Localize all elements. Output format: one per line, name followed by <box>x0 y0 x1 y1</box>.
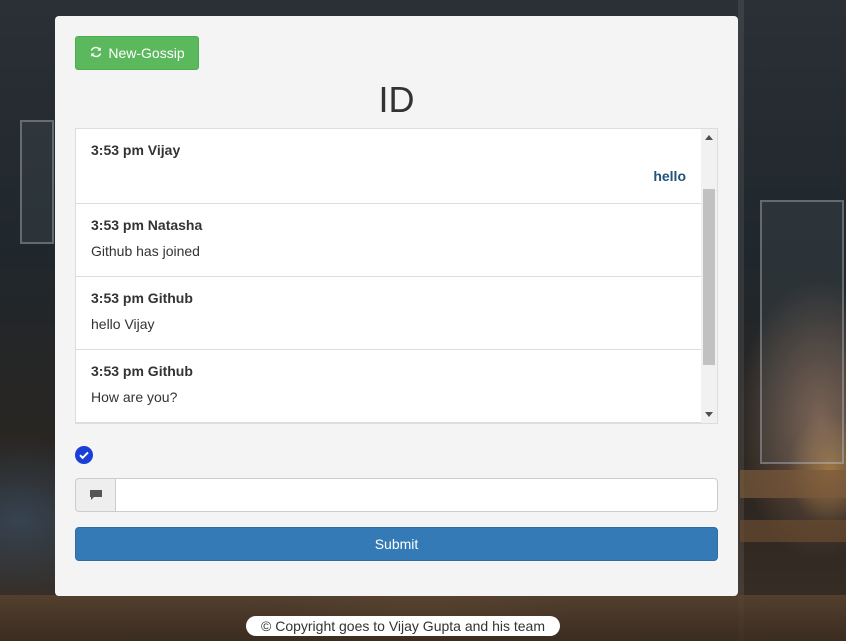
message-item: 3:53 pm Github hello Vijay <box>76 277 701 350</box>
message-list[interactable]: 3:53 pm Vijay hello 3:53 pm Natasha Gith… <box>75 128 718 424</box>
scroll-down-arrow-icon[interactable] <box>705 412 713 417</box>
copyright-footer: © Copyright goes to Vijay Gupta and his … <box>246 616 560 636</box>
new-gossip-button[interactable]: New-Gossip <box>75 36 199 70</box>
message-text: hello Vijay <box>91 316 155 332</box>
message-header: 3:53 pm Vijay <box>91 142 181 158</box>
new-gossip-label: New-Gossip <box>108 45 185 61</box>
submit-button[interactable]: Submit <box>75 527 718 561</box>
room-title: ID <box>378 79 415 120</box>
refresh-icon <box>89 45 103 62</box>
message-item: 3:53 pm Github How are you? <box>76 350 701 423</box>
message-item: 3:53 pm Vijay hello <box>76 129 701 204</box>
message-header: 3:53 pm Natasha <box>91 217 203 233</box>
message-input[interactable] <box>115 478 718 512</box>
message-list-scrollbar[interactable] <box>701 129 717 423</box>
message-header: 3:53 pm Github <box>91 290 193 306</box>
check-circle-icon <box>75 446 93 464</box>
message-text: hello <box>653 168 686 184</box>
message-header: 3:53 pm Github <box>91 363 193 379</box>
chat-panel: New-Gossip ID 3:53 pm Vijay hello 3:53 p… <box>55 16 738 596</box>
comment-icon <box>75 478 115 512</box>
message-text: How are you? <box>91 389 178 405</box>
scrollbar-thumb[interactable] <box>703 189 715 365</box>
message-composer <box>75 478 718 512</box>
scroll-up-arrow-icon[interactable] <box>705 135 713 140</box>
message-item: 3:53 pm Natasha Github has joined <box>76 204 701 277</box>
message-text: Github has joined <box>91 243 200 259</box>
